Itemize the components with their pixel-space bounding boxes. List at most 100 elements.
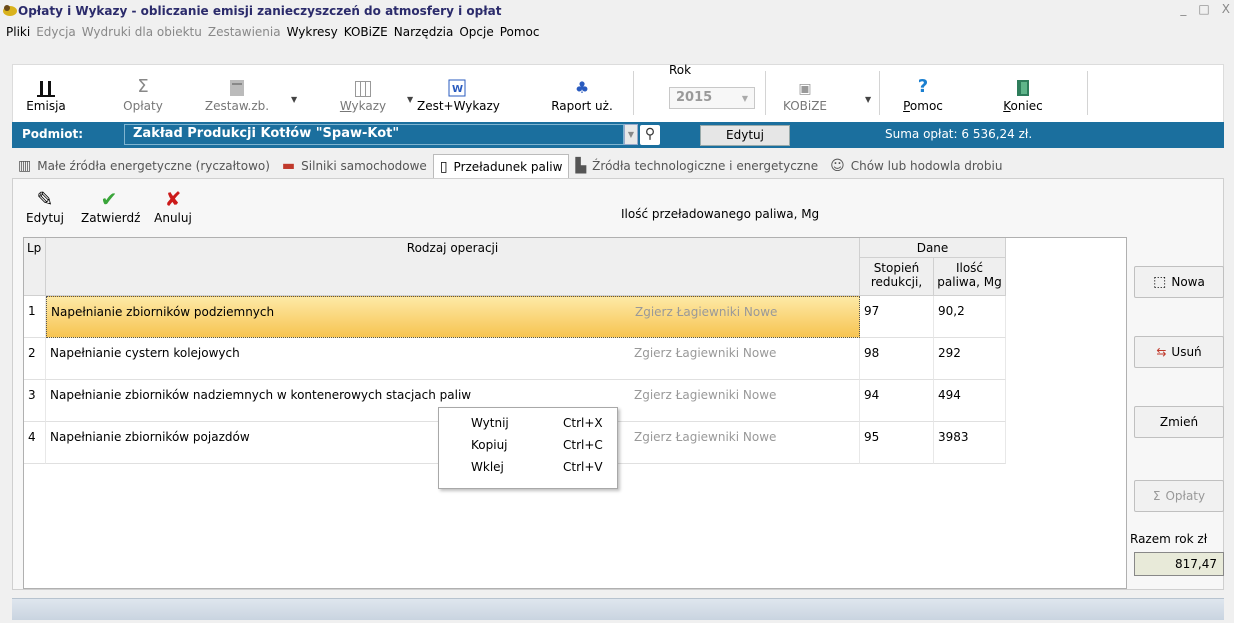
menu-kobize[interactable]: KOBiZE: [344, 25, 388, 39]
row-lp: 1: [24, 296, 46, 338]
search-icon[interactable]: ⚲: [640, 125, 660, 145]
anuluj-button[interactable]: ✘ Anuluj: [145, 187, 201, 225]
anuluj-label: Anuluj: [154, 211, 192, 225]
subject-combo[interactable]: Zakład Produkcji Kotłów "Spaw-Kot": [124, 124, 624, 145]
zest-wykazy-label: Zest+Wykazy: [417, 99, 500, 113]
zestaw-button[interactable]: Zestaw.zb.: [197, 75, 277, 113]
kobize-button[interactable]: ▣ KOBiZE: [775, 75, 835, 113]
oplaty-button[interactable]: Σ Opłaty: [113, 75, 173, 113]
usun-button[interactable]: ⇆ Usuń: [1134, 336, 1224, 368]
window-title: Opłaty i Wykazy - obliczanie emisji zani…: [18, 4, 502, 18]
header-stopien-line2: redukcji,: [870, 275, 923, 289]
emisja-label: Emisja: [26, 99, 66, 113]
minimize-button[interactable]: _: [1180, 2, 1186, 16]
menu-pliki[interactable]: Pliki: [6, 25, 30, 39]
context-menu-copy[interactable]: Kopiuj Ctrl+C: [439, 434, 617, 456]
row-ilosc[interactable]: 3983: [934, 422, 1006, 464]
menu-pomoc[interactable]: Pomoc: [500, 25, 540, 39]
row-rodzaj: Napełnianie cystern kolejowych: [50, 346, 240, 360]
table-icon: [333, 75, 393, 97]
row-ilosc[interactable]: 494: [934, 380, 1006, 422]
row-ilosc[interactable]: 292: [934, 338, 1006, 380]
row-ilosc[interactable]: 90,2: [934, 296, 1006, 338]
zestaw-label: Zestaw.zb.: [204, 99, 270, 113]
rok-label: Rok: [669, 63, 692, 77]
content-panel: ✎ Edytuj ✔ Zatwierdź ✘ Anuluj Ilość prze…: [12, 178, 1224, 590]
menu-opcje[interactable]: Opcje: [459, 25, 493, 39]
tab-male-zrodla[interactable]: ▥ Małe źródła energetyczne (ryczałtowo): [12, 154, 276, 178]
nowa-button[interactable]: ⬚ Nowa: [1134, 266, 1224, 298]
oplaty-side-label: Opłaty: [1165, 489, 1206, 503]
total-fees-text: Suma opłat: 6 536,24 zł.: [885, 127, 1033, 141]
sigma-icon: Σ: [1152, 489, 1161, 503]
row-lp: 2: [24, 338, 46, 380]
nowa-label: Nowa: [1171, 275, 1205, 289]
row-lokalizacja: Zgierz Łagiewniki Nowe: [634, 388, 777, 402]
tab-label: Przeładunek paliw: [453, 159, 563, 174]
context-menu-cut[interactable]: Wytnij Ctrl+X: [439, 412, 617, 434]
row-stopien[interactable]: 97: [860, 296, 934, 338]
menu-edycja[interactable]: Edycja: [36, 25, 76, 39]
context-menu-paste[interactable]: Wklej Ctrl+V: [439, 456, 617, 478]
help-icon: ?: [917, 76, 929, 97]
zatwierdz-label: Zatwierdź: [81, 211, 141, 225]
exit-door-icon: [993, 75, 1053, 97]
zest-wykazy-button[interactable]: W Zest+Wykazy: [417, 75, 500, 113]
edit-subject-button[interactable]: Edytuj: [700, 125, 790, 146]
app-logo-icon: [2, 3, 18, 17]
checkmark-icon: ✔: [100, 187, 118, 211]
rok-select[interactable]: 2015 ▼: [669, 87, 755, 109]
menu-zestawienia[interactable]: Zestawienia: [208, 25, 281, 39]
tab-label: Silniki samochodowe: [301, 159, 427, 173]
header-ilosc-line2: paliwa, Mg: [937, 275, 1002, 289]
toolbar-separator: [633, 71, 634, 115]
menu-narzedzia[interactable]: Narzędzia: [394, 25, 454, 39]
menu-wydruki[interactable]: Wydruki dla obiektu: [82, 25, 202, 39]
header-dane: Dane: [860, 238, 1006, 258]
zestaw-dropdown-icon[interactable]: ▼: [291, 95, 297, 104]
row-lp: 3: [24, 380, 46, 422]
header-stopien: Stopień redukcji,: [860, 258, 934, 296]
tab-przeladunek[interactable]: ▯ Przeładunek paliw: [432, 154, 570, 178]
row-rodzaj: Napełnianie zbiorników podziemnych: [51, 305, 275, 319]
kobize-dropdown-icon[interactable]: ▼: [865, 95, 871, 104]
tab-chow-drobiu[interactable]: ☺ Chów lub hodowla drobiu: [824, 154, 1008, 178]
oplaty-side-button[interactable]: Σ Opłaty: [1134, 480, 1224, 512]
edytuj-button[interactable]: ✎ Edytuj: [17, 187, 73, 225]
zmien-button[interactable]: Zmień: [1134, 406, 1224, 438]
row-stopien[interactable]: 94: [860, 380, 934, 422]
toolbar-separator: [765, 71, 766, 115]
word-doc-icon: W: [417, 75, 497, 97]
zatwierdz-button[interactable]: ✔ Zatwierdź: [81, 187, 141, 225]
table-row-selected[interactable]: Napełnianie zbiorników podziemnych Zgier…: [46, 296, 860, 338]
fuel-pump-icon: ▯: [439, 158, 448, 175]
menu-wykresy[interactable]: Wykresy: [287, 25, 338, 39]
pomoc-label-rest: omoc: [909, 99, 943, 113]
maximize-button[interactable]: □: [1198, 2, 1209, 16]
chevron-down-icon[interactable]: ▼: [624, 124, 638, 145]
pomoc-button[interactable]: ? Pomoc: [893, 75, 953, 113]
factory-icon: ▙: [575, 158, 587, 174]
menu-bar: Pliki Edycja Wydruki dla obiektu Zestawi…: [0, 22, 540, 42]
tab-zrodla-technologiczne[interactable]: ▙ Źródła technologiczne i energetyczne: [569, 154, 824, 178]
header-ilosc-line1: Ilość: [955, 261, 984, 275]
kobize-icon: ▣: [798, 81, 812, 97]
copy-shortcut: Ctrl+C: [563, 438, 603, 452]
wykazy-dropdown-icon[interactable]: ▼: [407, 95, 413, 104]
toolbar-separator: [879, 71, 880, 115]
row-lokalizacja: Zgierz Łagiewniki Nowe: [635, 305, 778, 319]
toolbar: Emisja Σ Opłaty Zestaw.zb. ▼ Wykazy ▼ W …: [12, 63, 1224, 124]
row-rodzaj: Napełnianie zbiorników pojazdów: [50, 430, 250, 444]
close-button[interactable]: X: [1222, 2, 1230, 16]
emisja-button[interactable]: Emisja: [21, 75, 71, 113]
tab-silniki[interactable]: ▬ Silniki samochodowe: [276, 154, 433, 178]
pencil-icon: ✎: [36, 187, 54, 211]
koniec-button[interactable]: Koniec: [993, 75, 1053, 113]
wykazy-button[interactable]: Wykazy: [333, 75, 393, 113]
row-stopien[interactable]: 98: [860, 338, 934, 380]
table-row[interactable]: Napełnianie cystern kolejowych Zgierz Ła…: [46, 338, 860, 380]
raport-button[interactable]: ♣ Raport uż.: [547, 75, 617, 113]
chevron-down-icon: ▼: [741, 94, 748, 103]
oplaty-label: Opłaty: [123, 99, 163, 113]
row-stopien[interactable]: 95: [860, 422, 934, 464]
